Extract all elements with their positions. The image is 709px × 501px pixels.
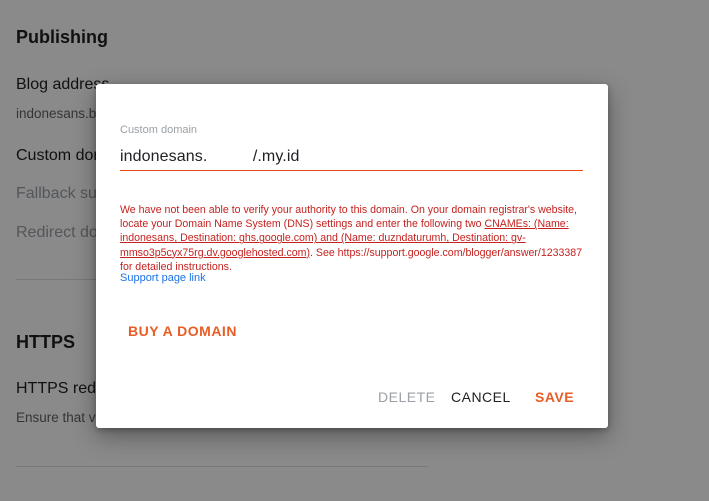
custom-domain-dialog: Custom domain We have not been able to v…	[96, 84, 608, 428]
cancel-button[interactable]: CANCEL	[443, 383, 519, 411]
buy-domain-button[interactable]: BUY A DOMAIN	[120, 317, 245, 345]
domain-verification-error: We have not been able to verify your aut…	[120, 203, 586, 274]
support-page-link[interactable]: Support page link	[120, 272, 206, 284]
custom-domain-label: Custom domain	[120, 124, 198, 136]
delete-button[interactable]: DELETE	[370, 383, 443, 411]
custom-domain-field	[120, 146, 583, 171]
custom-domain-input[interactable]	[120, 146, 583, 168]
save-button[interactable]: SAVE	[527, 383, 582, 411]
